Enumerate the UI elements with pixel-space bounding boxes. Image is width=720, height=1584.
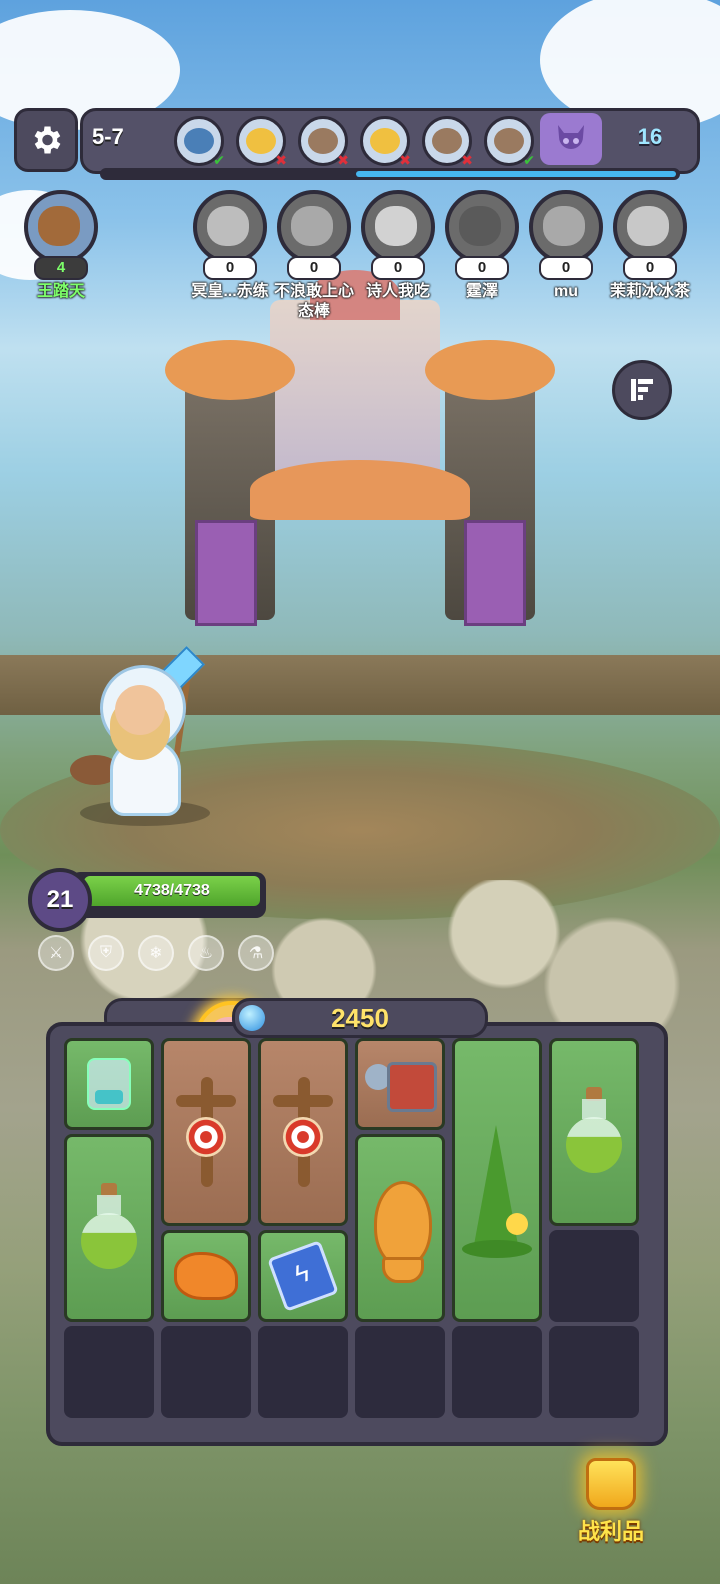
green-witch-hat-item[interactable] [452, 1038, 542, 1322]
player-card[interactable]: 0 霆澤 [441, 190, 523, 308]
stats-list-icon [631, 379, 653, 401]
gear-icon [34, 126, 61, 154]
player-card[interactable]: 0 茉莉冰冰茶 [609, 190, 691, 308]
opponent-portrait[interactable]: ✖ [360, 116, 411, 168]
training-dummy-item[interactable] [258, 1038, 348, 1226]
player-card[interactable]: 0 冥皇...赤练 [189, 190, 271, 308]
player-card[interactable]: 0 不浪敢上心态棒 [273, 190, 355, 320]
stage-label: 5-7 [92, 124, 124, 149]
opponent-portrait[interactable]: ✔ [174, 116, 225, 168]
stats-button[interactable] [612, 360, 672, 420]
cross-icon: ✖ [337, 152, 349, 168]
potion-icon[interactable]: ⚗ [238, 935, 274, 971]
player-name: 霆澤 [465, 283, 498, 300]
player-avatar [24, 190, 98, 264]
opponent-portrait[interactable]: ✖ [298, 116, 349, 168]
hp-bar: 4738/4738 [84, 876, 260, 906]
player-avatar [613, 190, 687, 264]
player-win-count: 0 [203, 256, 257, 280]
player-win-count: 0 [455, 256, 509, 280]
castle [270, 270, 440, 470]
player-win-count: 0 [371, 256, 425, 280]
fish-cake-item[interactable] [355, 1134, 445, 1322]
player-card[interactable]: 0 诗人我吃 [357, 190, 439, 308]
progress-fill [355, 171, 676, 177]
player-name: 不浪敢上心态棒 [273, 283, 354, 320]
cross-icon: ✖ [461, 152, 473, 168]
opponent-face [370, 128, 400, 154]
player-name: 茉莉冰冰茶 [609, 283, 690, 300]
player-card[interactable]: 0 mu [525, 190, 607, 308]
loot-label: 战利品 [577, 1519, 644, 1544]
empty-slot[interactable] [64, 1326, 154, 1418]
empty-slot[interactable] [549, 1326, 639, 1418]
cheese-wedge-item[interactable] [161, 1230, 251, 1322]
empty-slot[interactable] [161, 1326, 251, 1418]
training-dummy-item[interactable] [161, 1038, 251, 1226]
green-potion-item[interactable] [64, 1134, 154, 1322]
cross-icon: ✖ [399, 152, 411, 168]
hero-level-badge: 21 [28, 868, 92, 932]
shield-icon[interactable]: ⛨ [88, 935, 124, 971]
player-card[interactable]: 4 王踏天 [20, 190, 102, 308]
arena-gate [250, 460, 470, 520]
empty-slot[interactable] [258, 1326, 348, 1418]
player-avatar [277, 190, 351, 264]
backpack-icon [586, 1458, 636, 1510]
player-win-count: 0 [623, 256, 677, 280]
player-win-count: 4 [34, 256, 88, 280]
player-name: 冥皇...赤练 [191, 283, 269, 300]
player-win-count: 0 [287, 256, 341, 280]
attack-icon[interactable]: ⚔ [38, 935, 74, 971]
hero-character [70, 646, 210, 825]
player-name: 王踏天 [36, 283, 85, 300]
left-banner [195, 520, 257, 626]
opponent-face [432, 128, 462, 154]
opponent-portrait[interactable]: ✖ [236, 116, 287, 168]
opponent-face [494, 128, 524, 154]
player-avatar [529, 190, 603, 264]
player-win-count: 0 [539, 256, 593, 280]
empty-slot[interactable] [452, 1326, 542, 1418]
demon-icon [558, 125, 584, 149]
opponent-face [308, 128, 338, 154]
player-name: 诗人我吃 [365, 283, 430, 300]
settings-button[interactable] [14, 108, 78, 172]
boss-slot [540, 113, 602, 165]
frost-icon[interactable]: ❄ [138, 935, 174, 971]
opponent-face [246, 128, 276, 154]
check-icon: ✔ [213, 152, 225, 168]
opponent-portrait[interactable]: ✖ [422, 116, 473, 168]
gold-counter: 2450 [232, 998, 488, 1038]
empty-jar-item[interactable] [64, 1038, 154, 1130]
opponent-face [184, 128, 214, 154]
gold-amount: 2450 [331, 1003, 389, 1033]
match-score: 16 [637, 124, 663, 149]
right-banner [464, 520, 526, 626]
green-potion-item[interactable] [549, 1038, 639, 1226]
empty-slot[interactable] [549, 1230, 639, 1322]
check-icon: ✔ [523, 152, 535, 168]
player-avatar [361, 190, 435, 264]
rune-card-item[interactable]: ϟ [258, 1230, 348, 1322]
player-avatar [193, 190, 267, 264]
opponent-portrait[interactable]: ✔ [484, 116, 535, 168]
fire-icon[interactable]: ♨ [188, 935, 224, 971]
player-avatar [445, 190, 519, 264]
loot-button[interactable]: 战利品 [566, 1458, 656, 1548]
player-name: mu [554, 283, 578, 300]
match-progress-bar [100, 168, 680, 180]
cross-icon: ✖ [275, 152, 287, 168]
stamp-hammer-item[interactable] [355, 1038, 445, 1130]
empty-slot[interactable] [355, 1326, 445, 1418]
hero-level: 21 [46, 886, 74, 913]
